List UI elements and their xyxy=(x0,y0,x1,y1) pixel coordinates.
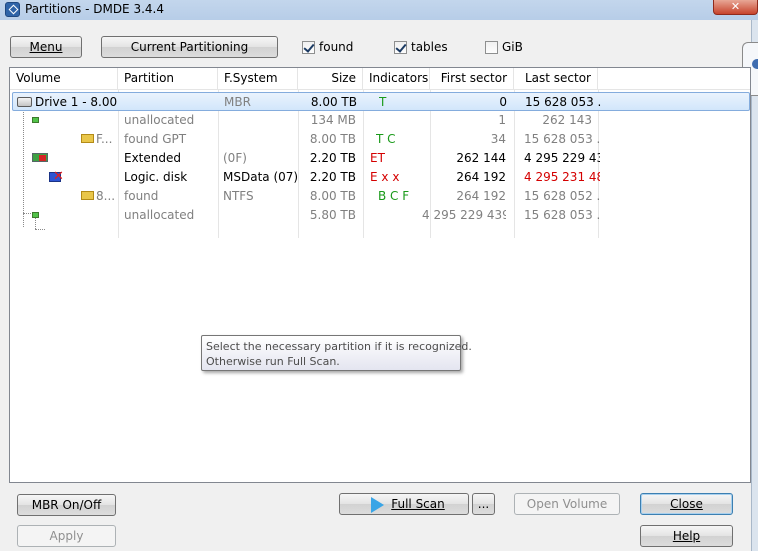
cell-volume: 8... xyxy=(96,189,116,203)
extended-partition-icon xyxy=(32,153,48,162)
cell-volume: F... xyxy=(96,132,113,146)
gib-checkbox-box[interactable] xyxy=(485,41,498,54)
tooltip-line-2: Otherwise run Full Scan. xyxy=(206,355,340,368)
cell-first-sector: 1 xyxy=(498,113,506,127)
cell-partition: found xyxy=(124,189,159,203)
tables-checkbox-box[interactable] xyxy=(394,41,407,54)
column-header-size[interactable]: Size xyxy=(298,68,363,90)
title-bar: Partitions - DMDE 3.4.4 ✕ xyxy=(0,0,758,20)
cell-size: 8.00 TB xyxy=(310,95,357,109)
cell-size: 5.80 TB xyxy=(309,208,356,222)
cell-size: 8.00 TB xyxy=(309,132,356,146)
free-space-icon xyxy=(32,117,39,123)
cell-partition: found GPT xyxy=(124,132,187,146)
close-button[interactable]: Close xyxy=(640,493,733,515)
current-partitioning-button[interactable]: Current Partitioning xyxy=(101,36,278,58)
column-header-indicators[interactable]: Indicators xyxy=(363,68,430,90)
cell-last-sector: 262 143 xyxy=(542,113,592,127)
cell-partition: unallocated xyxy=(124,113,195,127)
menu-button[interactable]: Menu xyxy=(10,36,82,58)
window-title: Partitions - DMDE 3.4.4 xyxy=(25,2,164,16)
play-icon xyxy=(371,497,384,513)
cell-indicators: T xyxy=(379,95,387,109)
cell-first-sector: 264 192 xyxy=(456,189,506,203)
column-header-partition[interactable]: Partition xyxy=(118,68,218,90)
full-scan-label: Full Scan xyxy=(391,497,445,511)
full-scan-options-button[interactable]: ... xyxy=(472,493,495,515)
list-header: Volume Partition F.System Size Indicator… xyxy=(10,68,750,90)
cell-last-sector: 15 628 053 ... xyxy=(524,132,600,146)
app-icon[interactable] xyxy=(5,2,20,17)
cell-first-sector: 0 xyxy=(499,95,507,109)
help-button[interactable]: Help xyxy=(640,525,733,547)
window-close-button[interactable]: ✕ xyxy=(713,0,758,15)
table-row[interactable]: Drive 1 - 8.00 ... MBR 8.00 TB T 0 15 62… xyxy=(12,92,750,111)
cell-size: 2.20 TB xyxy=(309,170,356,184)
cell-indicators: B C F xyxy=(378,189,410,203)
cell-partition: Logic. disk xyxy=(124,170,188,184)
cell-size: 134 MB xyxy=(310,113,356,127)
cell-indicators: E x x xyxy=(370,170,400,184)
cell-last-sector: 15 628 053 ... xyxy=(524,208,600,222)
cell-first-sector: 34 xyxy=(490,132,506,146)
cell-indicators: T C xyxy=(376,132,396,146)
cell-first-sector: 4 295 229 439 xyxy=(422,208,506,222)
found-checkbox-label: found xyxy=(319,40,354,54)
cell-filesystem: MSData (07) xyxy=(223,170,298,184)
help-button-label: Help xyxy=(672,529,701,543)
close-button-label: Close xyxy=(670,497,703,511)
folder-icon xyxy=(81,134,94,143)
mbr-on-off-button[interactable]: MBR On/Off xyxy=(17,494,116,516)
free-space-icon xyxy=(32,212,39,218)
open-volume-button[interactable]: Open Volume xyxy=(514,493,620,515)
apply-button[interactable]: Apply xyxy=(17,525,116,547)
column-header-filesystem[interactable]: F.System xyxy=(218,68,298,90)
cell-last-sector: 4 295 231 486 xyxy=(524,170,600,184)
gib-checkbox-label: GiB xyxy=(502,40,523,54)
cell-partition: Extended xyxy=(124,151,181,165)
dialog-body: Menu Current Partitioning found tables G… xyxy=(0,20,758,551)
cell-size: 2.20 TB xyxy=(309,151,356,165)
cell-first-sector: 262 144 xyxy=(456,151,506,165)
folder-icon xyxy=(81,191,94,200)
table-row[interactable]: Logic. disk MSData (07) 2.20 TB E x x 26… xyxy=(12,168,750,187)
hint-tooltip: Select the necessary partition if it is … xyxy=(201,335,472,371)
cell-last-sector: 15 628 053 ... xyxy=(525,95,601,109)
table-row[interactable]: 8... found NTFS 8.00 TB B C F 264 192 15… xyxy=(12,187,750,206)
table-row[interactable]: F... found GPT 8.00 TB T C 34 15 628 053… xyxy=(12,130,750,149)
cell-last-sector: 15 628 052 ... xyxy=(524,189,600,203)
drive-icon xyxy=(17,97,32,107)
column-header-first-sector[interactable]: First sector xyxy=(430,68,514,90)
cell-partition: unallocated xyxy=(124,208,195,222)
found-checkbox-box[interactable] xyxy=(302,41,315,54)
cell-filesystem: NTFS xyxy=(223,189,254,203)
menu-button-label: Menu xyxy=(29,40,63,54)
cell-volume: Drive 1 - 8.00 ... xyxy=(35,95,121,109)
full-scan-button[interactable]: Full Scan xyxy=(339,493,469,515)
table-row[interactable]: unallocated 5.80 TB 4 295 229 439 15 628… xyxy=(12,206,750,225)
table-row[interactable]: unallocated 134 MB 1 262 143 xyxy=(12,111,750,130)
column-header-volume[interactable]: Volume xyxy=(10,68,118,90)
cell-filesystem: (0F) xyxy=(223,151,247,165)
cell-indicators: ET xyxy=(370,151,385,165)
tables-checkbox-label: tables xyxy=(411,40,448,54)
cell-first-sector: 264 192 xyxy=(456,170,506,184)
table-row[interactable]: Extended (0F) 2.20 TB ET 262 144 4 295 2… xyxy=(12,149,750,168)
column-header-last-sector[interactable]: Last sector xyxy=(514,68,598,90)
tree-line xyxy=(35,229,45,230)
tooltip-line-1: Select the necessary partition if it is … xyxy=(206,340,472,353)
logical-disk-icon xyxy=(49,168,64,186)
cell-size: 8.00 TB xyxy=(309,189,356,203)
partition-list[interactable]: Volume Partition F.System Size Indicator… xyxy=(9,67,751,483)
cell-last-sector: 4 295 229 438 xyxy=(524,151,600,165)
cell-filesystem: MBR xyxy=(224,95,251,109)
